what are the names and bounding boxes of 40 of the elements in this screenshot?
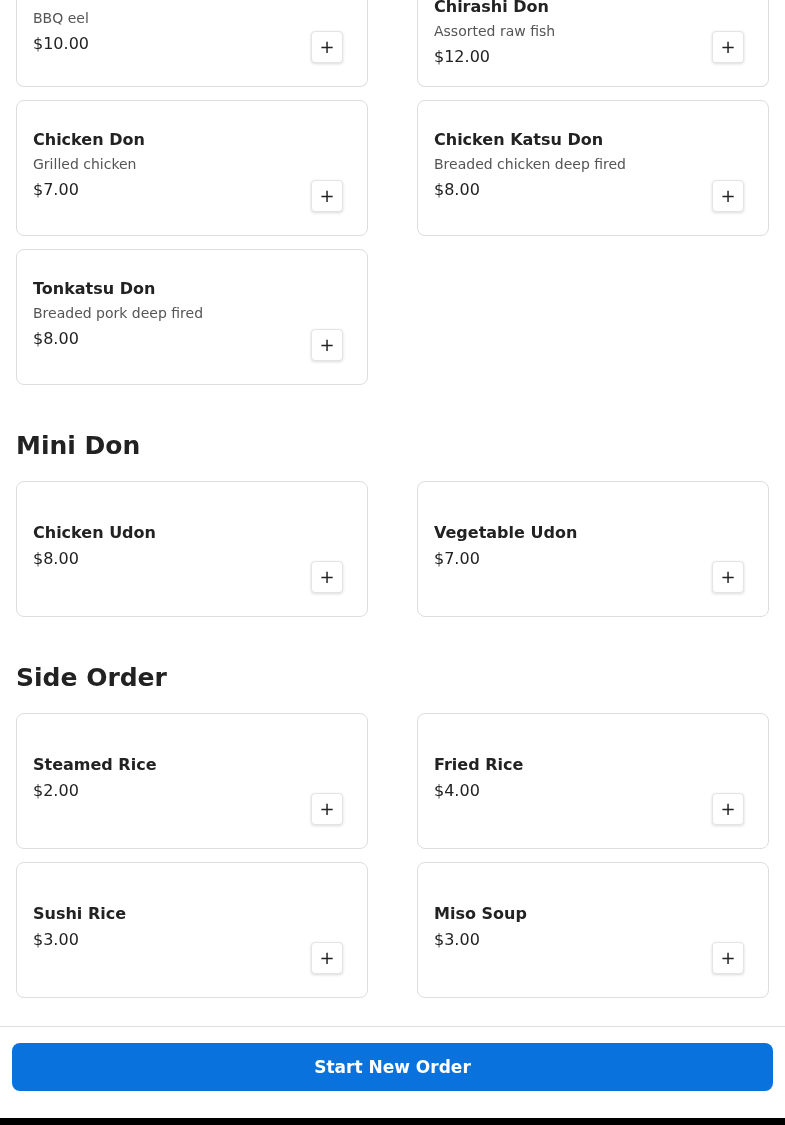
item-price: $8.00 xyxy=(434,178,481,201)
item-price: $8.00 xyxy=(33,547,80,570)
item-description: Grilled chicken xyxy=(33,154,138,173)
add-button[interactable]: + xyxy=(311,31,343,63)
item-price: $2.00 xyxy=(33,779,80,802)
item-name: Chicken Don xyxy=(33,128,145,151)
add-button[interactable]: + xyxy=(712,31,744,63)
item-price: $3.00 xyxy=(434,928,481,951)
add-button[interactable]: + xyxy=(311,793,343,825)
item-name: Fried Rice xyxy=(434,753,524,776)
item-name: Sushi Rice xyxy=(33,902,127,925)
item-description: BBQ eel xyxy=(33,8,89,27)
item-price: $8.00 xyxy=(33,327,80,350)
item-name: Chicken Katsu Don xyxy=(434,128,605,151)
add-button[interactable]: + xyxy=(712,942,744,974)
item-price: $10.00 xyxy=(33,32,89,55)
add-button[interactable]: + xyxy=(712,180,744,212)
item-price: $7.00 xyxy=(434,547,481,570)
item-price: $12.00 xyxy=(434,45,491,68)
item-name: Tonkatsu Don xyxy=(33,277,157,300)
item-price: $4.00 xyxy=(434,779,481,802)
add-button[interactable]: + xyxy=(311,329,343,361)
item-name: Chirashi Don xyxy=(434,0,550,18)
item-name: Miso Soup xyxy=(434,902,527,925)
add-button[interactable]: + xyxy=(311,180,343,212)
start-new-order-button[interactable]: Start New Order xyxy=(12,1043,773,1091)
item-description: Breaded pork deep fired xyxy=(33,303,204,322)
item-description: Breaded chicken deep fired xyxy=(434,154,626,173)
item-name: Steamed Rice xyxy=(33,753,157,776)
item-description: Assorted raw fish xyxy=(434,21,556,40)
section-heading: Mini Don xyxy=(16,430,142,462)
item-name: Vegetable Udon xyxy=(434,521,578,544)
item-price: $7.00 xyxy=(33,178,80,201)
add-button[interactable]: + xyxy=(712,561,744,593)
item-price: $3.00 xyxy=(33,928,80,951)
item-name: Chicken Udon xyxy=(33,521,156,544)
add-button[interactable]: + xyxy=(311,561,343,593)
add-button[interactable]: + xyxy=(311,942,343,974)
section-heading: Side Order xyxy=(16,662,168,694)
add-button[interactable]: + xyxy=(712,793,744,825)
